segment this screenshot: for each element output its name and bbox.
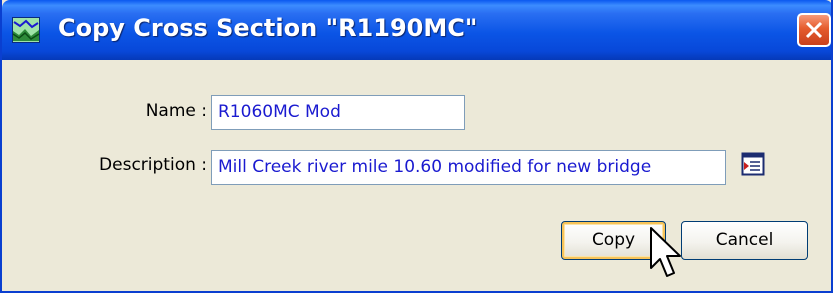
edit-text-icon bbox=[741, 152, 765, 176]
cancel-button[interactable]: Cancel bbox=[681, 221, 808, 260]
close-icon bbox=[805, 21, 823, 39]
mouse-pointer-icon bbox=[649, 226, 687, 282]
description-label: Description : bbox=[99, 155, 207, 175]
close-button[interactable] bbox=[797, 13, 831, 47]
cross-section-plot-icon bbox=[12, 17, 40, 43]
description-field[interactable]: Mill Creek river mile 10.60 modified for… bbox=[211, 150, 726, 185]
name-label: Name : bbox=[145, 101, 207, 121]
copy-cross-section-dialog: Copy Cross Section "R1190MC" Name : R106… bbox=[0, 0, 833, 293]
title-bar[interactable]: Copy Cross Section "R1190MC" bbox=[2, 0, 831, 60]
edit-description-button[interactable] bbox=[741, 152, 765, 176]
window-title: Copy Cross Section "R1190MC" bbox=[58, 14, 478, 42]
name-field[interactable]: R1060MC Mod bbox=[211, 95, 465, 130]
